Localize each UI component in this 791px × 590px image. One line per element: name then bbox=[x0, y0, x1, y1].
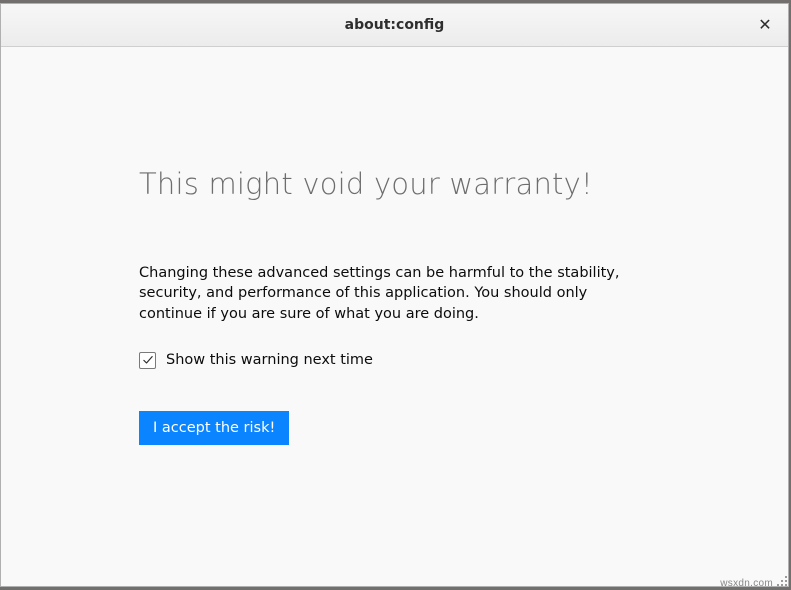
watermark: wsxdn.com bbox=[720, 578, 773, 589]
content-area: This might void your warranty! Changing … bbox=[1, 47, 788, 586]
close-icon: ✕ bbox=[758, 17, 771, 33]
accept-risk-button[interactable]: I accept the risk! bbox=[139, 411, 289, 445]
warning-container: This might void your warranty! Changing … bbox=[1, 47, 788, 445]
close-button[interactable]: ✕ bbox=[756, 16, 774, 34]
checkmark-icon bbox=[142, 354, 154, 366]
window: about:config ✕ This might void your warr… bbox=[0, 3, 789, 587]
window-title: about:config bbox=[345, 17, 445, 33]
show-warning-checkbox[interactable] bbox=[139, 352, 156, 369]
warning-heading: This might void your warranty! bbox=[139, 167, 650, 201]
titlebar: about:config ✕ bbox=[1, 4, 788, 47]
show-warning-label[interactable]: Show this warning next time bbox=[166, 352, 373, 368]
show-warning-row: Show this warning next time bbox=[139, 352, 650, 369]
warning-body: Changing these advanced settings can be … bbox=[139, 263, 650, 324]
